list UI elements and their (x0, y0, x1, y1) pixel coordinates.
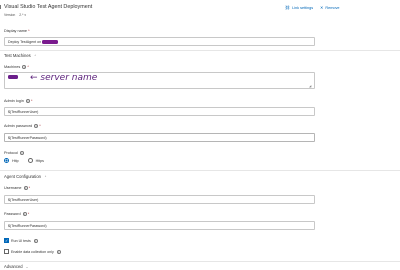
info-icon[interactable]: i (56, 249, 61, 254)
link-settings-label: Link settings (292, 5, 314, 10)
admin-password-field[interactable]: $(TestRunnerPassword) (4, 133, 315, 142)
display-name-value: Deploy TestAgent on (8, 40, 42, 44)
version-value: 2.* (19, 13, 24, 17)
enable-data-collection-label: Enable data collection only (11, 249, 54, 254)
resize-handle-icon[interactable]: ◢ (309, 84, 311, 88)
run-ui-tests-checkbox[interactable]: ✓ (4, 238, 9, 243)
admin-login-label: Admin login i * (4, 99, 33, 103)
radio-https-label: Https (35, 158, 44, 163)
redaction-mark (8, 75, 18, 79)
password-label: Password i * (4, 212, 30, 216)
protocol-radio-group: Http Https (4, 158, 44, 163)
protocol-label: Protocol i (4, 151, 24, 155)
version-label: Version (4, 13, 16, 17)
chevron-down-icon: ▾ (24, 13, 26, 17)
redaction-mark (42, 40, 59, 44)
machines-label: Machines i * (4, 65, 29, 69)
remove-button[interactable]: ✕ Remove (320, 5, 340, 10)
link-settings-button[interactable]: ⛓ Link settings (285, 5, 313, 10)
display-name-field[interactable]: Deploy TestAgent on (4, 37, 315, 46)
username-field[interactable]: $(TestRunnerUser) (4, 195, 315, 204)
remove-label: Remove (325, 5, 340, 10)
agent-configuration-section-header[interactable]: Agent Configuration ⌃ (4, 174, 47, 179)
password-field[interactable]: $(TestRunnerPassword) (4, 221, 315, 230)
link-icon: ⛓ (285, 5, 291, 10)
divider (0, 170, 400, 171)
radio-http-label: Http (12, 158, 19, 163)
version-selector[interactable]: Version 2.* ▾ (4, 13, 26, 17)
divider (0, 261, 400, 262)
admin-login-field[interactable]: $(TestRunnerUser) (4, 107, 315, 116)
display-name-label: Display name * (4, 29, 30, 33)
handwritten-annotation: ← server name (30, 73, 98, 83)
advanced-section-header[interactable]: Advanced ⌄ (4, 264, 28, 269)
username-label: Username i * (4, 186, 31, 190)
title-icon (0, 5, 3, 9)
enable-data-collection-checkbox[interactable] (4, 249, 9, 254)
divider (0, 50, 400, 51)
chevron-up-icon: ⌃ (44, 175, 47, 179)
chevron-up-icon: ⌃ (33, 54, 37, 58)
enable-data-collection-checkbox-row[interactable]: Enable data collection only i (4, 249, 61, 254)
radio-https[interactable] (27, 158, 33, 163)
run-ui-tests-label: Run UI tests (11, 238, 31, 243)
test-machines-section-header[interactable]: Test Machines ⌃ (4, 53, 36, 58)
admin-password-label: Admin password i * (4, 124, 41, 128)
info-icon[interactable]: i (33, 238, 38, 243)
close-icon: ✕ (320, 5, 324, 10)
chevron-down-icon: ⌄ (25, 265, 29, 269)
run-ui-tests-checkbox-row[interactable]: ✓ Run UI tests i (4, 238, 38, 243)
info-icon[interactable]: i (20, 151, 24, 155)
radio-http[interactable] (4, 158, 9, 163)
page-title: Visual Studio Test Agent Deployment (4, 4, 93, 10)
